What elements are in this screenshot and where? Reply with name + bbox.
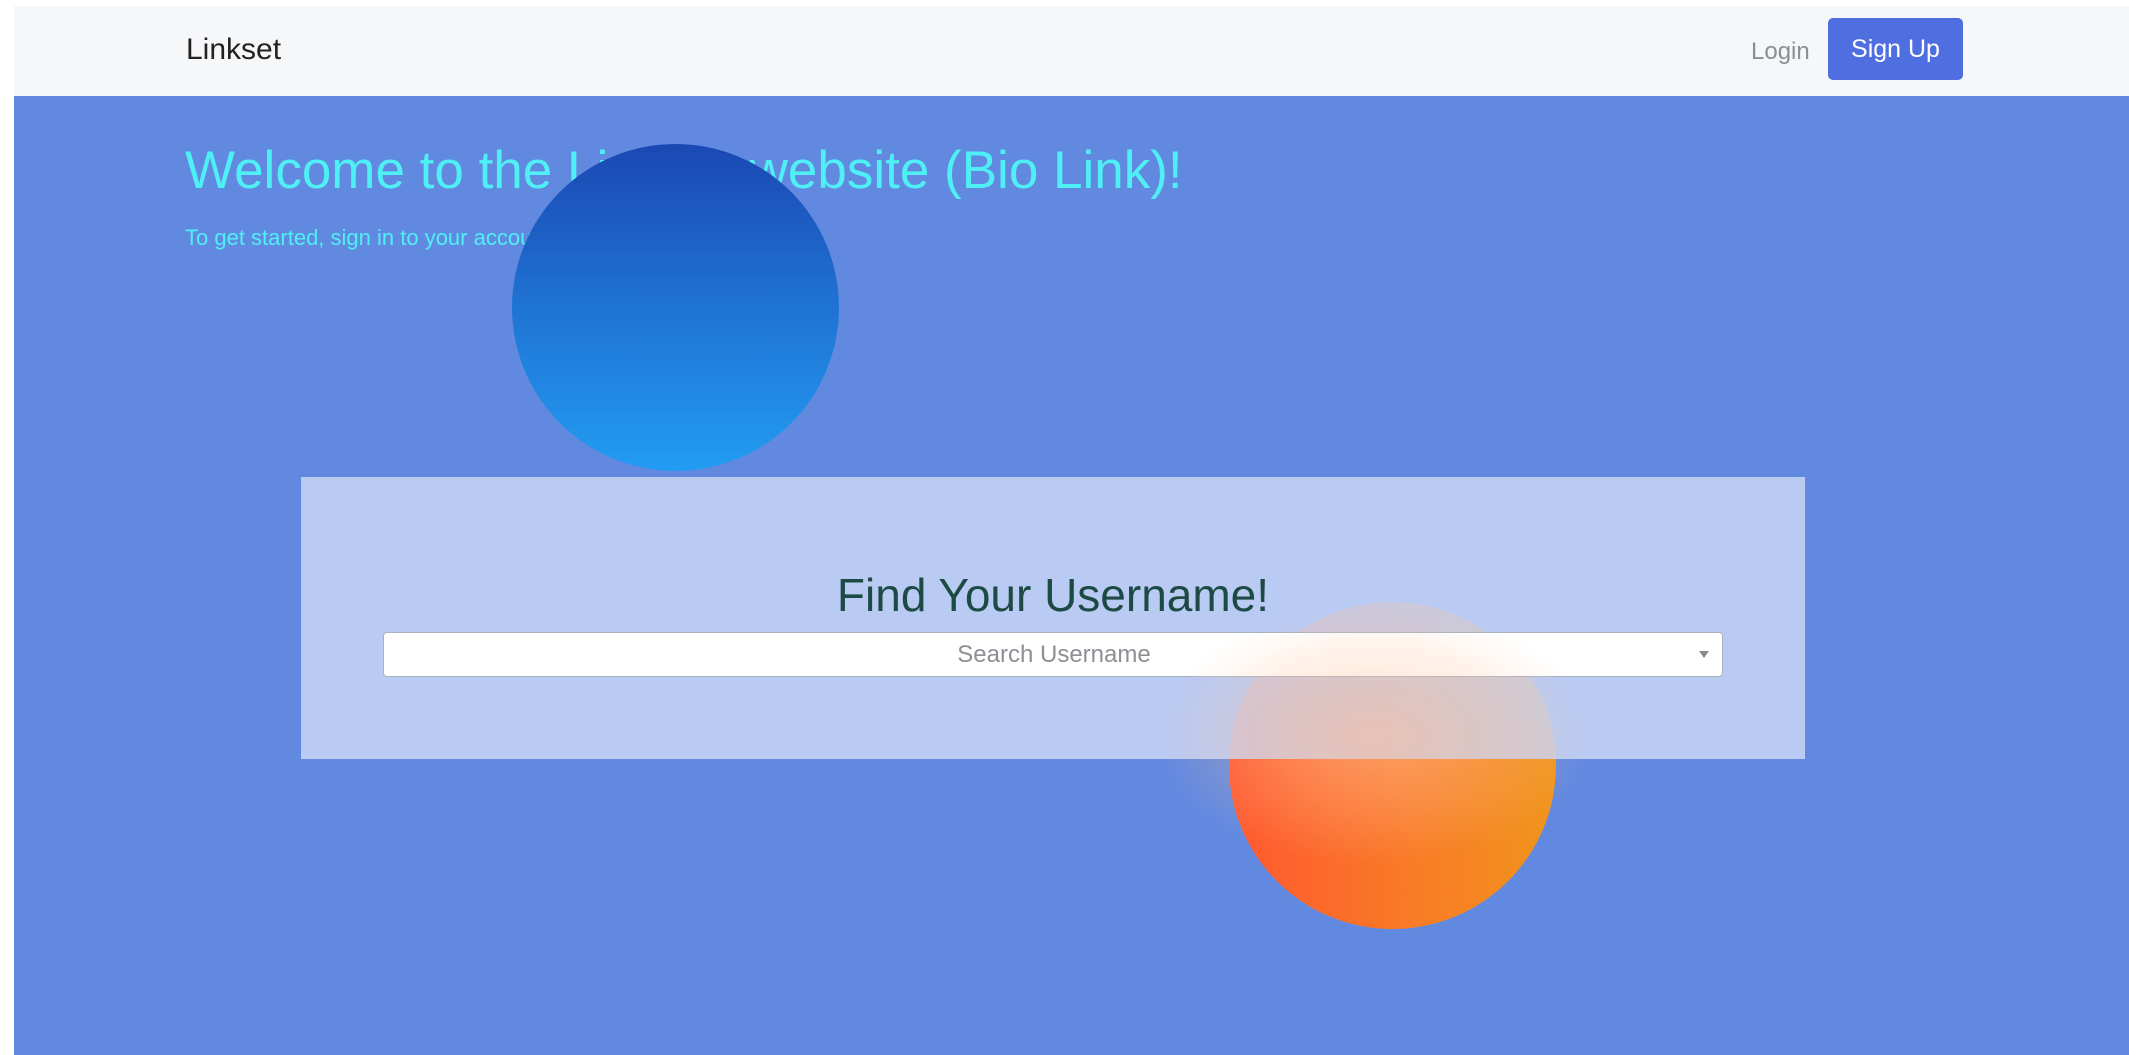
hero-section: Welcome to the Linkset website (Bio Link… — [14, 96, 2129, 1055]
search-title: Find Your Username! — [836, 569, 1270, 621]
signup-button[interactable]: Sign Up — [1828, 18, 1963, 80]
decorative-blue-circle — [512, 144, 839, 471]
search-username-select[interactable]: Search Username — [383, 632, 1723, 677]
page-frame: Linkset Login Sign Up Welcome to the Lin… — [14, 6, 2129, 1055]
search-placeholder: Search Username — [957, 641, 1151, 668]
navbar: Linkset Login Sign Up — [14, 6, 2129, 96]
chevron-down-icon — [1699, 651, 1709, 658]
brand-logo[interactable]: Linkset — [186, 32, 281, 68]
search-card: Find Your Username! Search Username — [301, 477, 1805, 759]
login-link[interactable]: Login — [1751, 36, 1810, 68]
